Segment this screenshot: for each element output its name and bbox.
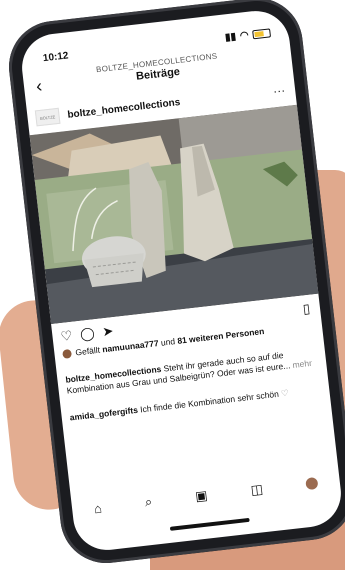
status-time: 10:12 (42, 49, 69, 64)
send-icon[interactable]: ➤ (102, 323, 115, 340)
liked-prefix: Gefällt (74, 344, 103, 358)
post-image (29, 104, 319, 325)
signal-icon: ▮▮ (224, 30, 237, 43)
search-icon[interactable]: ⌕ (144, 494, 153, 511)
wifi-icon: ◠ (239, 29, 250, 42)
profile-avatar[interactable] (305, 476, 319, 491)
bottom-tab-bar: ⌂ ⌕ ▣ ◫ (71, 467, 341, 523)
phone-frame: 10:12 ▮▮ ◠ ‹ BOLTZE_HOMECOLLECTIONS Beit… (4, 0, 345, 568)
reels-icon[interactable]: ▣ (194, 487, 208, 504)
liked-mid: und (158, 335, 178, 348)
liked-avatar (62, 348, 73, 359)
shop-icon[interactable]: ◫ (250, 481, 264, 498)
home-indicator (169, 517, 250, 531)
battery-icon (252, 27, 271, 39)
more-icon[interactable]: ··· (272, 83, 286, 98)
heart-icon[interactable]: ♡ (60, 328, 73, 345)
caption-more-link[interactable]: mehr (290, 358, 312, 370)
bookmark-icon[interactable]: ▯ (302, 301, 311, 318)
comment-icon[interactable]: ◯ (79, 325, 95, 343)
home-icon[interactable]: ⌂ (93, 500, 103, 516)
phone-screen: 10:12 ▮▮ ◠ ‹ BOLTZE_HOMECOLLECTIONS Beit… (18, 7, 345, 554)
avatar[interactable]: BOLTZE (34, 107, 61, 127)
comment-text: Ich finde die Kombination sehr schön (137, 388, 280, 415)
post-photo[interactable] (29, 104, 319, 325)
liked-user: namuunaa777 (101, 338, 160, 355)
comment-username[interactable]: amida_gofergifts (69, 405, 138, 423)
status-icons: ▮▮ ◠ (224, 27, 271, 43)
heart-icon[interactable]: ♡ (281, 388, 290, 399)
